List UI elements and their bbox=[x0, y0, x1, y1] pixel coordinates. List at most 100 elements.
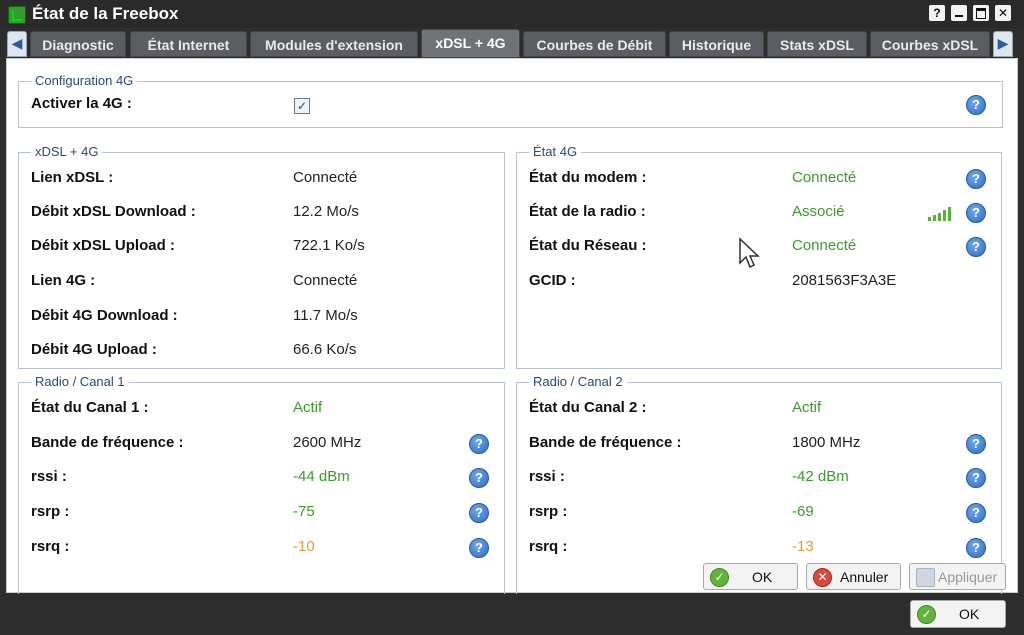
etat-4g-row: GCID : 2081563F3A3E bbox=[517, 272, 1001, 296]
rsrp-label: rsrp : bbox=[529, 503, 568, 520]
canal-row: Bande de fréquence : 1800 MHz ? bbox=[517, 434, 1001, 458]
etat-modem-value: Connecté bbox=[792, 169, 857, 186]
canal-2-legend: Radio / Canal 2 bbox=[529, 374, 627, 389]
ok-button[interactable]: ✓ OK bbox=[703, 563, 798, 590]
tab-courbes-xdsl[interactable]: Courbes xDSL bbox=[870, 31, 990, 57]
tab-stats-xdsl[interactable]: Stats xDSL bbox=[767, 31, 867, 57]
tab-diagnostic[interactable]: Diagnostic bbox=[30, 31, 126, 57]
debit-4g-upload-label: Débit 4G Upload : bbox=[31, 341, 157, 358]
tab-modules-extension[interactable]: Modules d'extension bbox=[250, 31, 418, 57]
title-bar: État de la Freebox ? ✕ bbox=[0, 0, 1024, 28]
canal-row: État du Canal 2 : Actif bbox=[517, 399, 1001, 423]
window-ok-button-label: OK bbox=[959, 606, 980, 622]
canal-row: rsrq : -10 ? bbox=[19, 538, 504, 562]
rsrq-label: rsrq : bbox=[31, 538, 70, 555]
lien-xdsl-label: Lien xDSL : bbox=[31, 169, 114, 186]
help-icon[interactable]: ? bbox=[966, 538, 986, 558]
bande-frequence-value: 2600 MHz bbox=[293, 434, 362, 451]
tab-scroll-right-icon[interactable]: ▶ bbox=[993, 31, 1013, 57]
help-icon[interactable]: ? bbox=[966, 434, 986, 454]
rsrp-value: -75 bbox=[293, 503, 315, 520]
xdsl-row: Débit 4G Download : 11.7 Mo/s bbox=[19, 307, 504, 331]
xdsl-row: Débit 4G Upload : 66.6 Ko/s bbox=[19, 341, 504, 365]
xdsl-row: Débit xDSL Upload : 722.1 Ko/s bbox=[19, 237, 504, 261]
xdsl-4g-legend: xDSL + 4G bbox=[31, 144, 103, 159]
help-icon[interactable]: ? bbox=[469, 468, 489, 488]
gcid-value: 2081563F3A3E bbox=[792, 272, 897, 289]
help-icon[interactable]: ? bbox=[966, 203, 986, 223]
debit-4g-download-label: Débit 4G Download : bbox=[31, 307, 178, 324]
cancel-button-label: Annuler bbox=[840, 569, 889, 585]
etat-reseau-label: État du Réseau : bbox=[529, 237, 647, 254]
rssi-value: -44 dBm bbox=[293, 468, 350, 485]
tab-xdsl-4g[interactable]: xDSL + 4G bbox=[421, 29, 520, 58]
ok-button-label: OK bbox=[752, 569, 773, 585]
tab-bar: ◀ Diagnostic État Internet Modules d'ext… bbox=[0, 28, 1024, 58]
rssi-label: rssi : bbox=[31, 468, 67, 485]
signal-strength-icon bbox=[928, 207, 952, 221]
debit-4g-upload-value: 66.6 Ko/s bbox=[293, 341, 357, 358]
activate-4g-row: Activer la 4G : ✓ ? bbox=[19, 95, 1002, 119]
maximize-button[interactable] bbox=[973, 5, 989, 21]
help-icon[interactable]: ? bbox=[469, 538, 489, 558]
rsrp-value: -69 bbox=[792, 503, 814, 520]
canal-row: rssi : -42 dBm ? bbox=[517, 468, 1001, 492]
help-icon[interactable]: ? bbox=[469, 503, 489, 523]
canal-row: État du Canal 1 : Actif bbox=[19, 399, 504, 423]
tab-etat-internet[interactable]: État Internet bbox=[130, 31, 247, 57]
xdsl-row: Lien xDSL : Connecté bbox=[19, 169, 504, 193]
xdsl-row: Lien 4G : Connecté bbox=[19, 272, 504, 296]
lien-4g-value: Connecté bbox=[293, 272, 358, 289]
tab-courbes-debit[interactable]: Courbes de Débit bbox=[523, 31, 666, 57]
gcid-label: GCID : bbox=[529, 272, 576, 289]
config-4g-group: Configuration 4G Activer la 4G : ✓ ? bbox=[18, 73, 1003, 128]
canal-row: Bande de fréquence : 2600 MHz ? bbox=[19, 434, 504, 458]
window-title: État de la Freebox bbox=[32, 4, 179, 23]
etat-canal-1-label: État du Canal 1 : bbox=[31, 399, 149, 416]
cancel-icon: ✕ bbox=[813, 568, 832, 587]
rsrq-label: rsrq : bbox=[529, 538, 568, 555]
apply-button[interactable]: Appliquer bbox=[909, 563, 1006, 590]
xdsl-row: Débit xDSL Download : 12.2 Mo/s bbox=[19, 203, 504, 227]
tab-scroll-left-icon[interactable]: ◀ bbox=[7, 31, 27, 57]
debit-4g-download-value: 11.7 Mo/s bbox=[293, 307, 358, 324]
debit-xdsl-upload-label: Débit xDSL Upload : bbox=[31, 237, 175, 254]
close-button[interactable]: ✕ bbox=[995, 5, 1011, 21]
rsrq-value: -13 bbox=[792, 538, 814, 555]
rssi-label: rssi : bbox=[529, 468, 565, 485]
debit-xdsl-download-value: 12.2 Mo/s bbox=[293, 203, 359, 220]
minimize-button[interactable] bbox=[951, 5, 967, 21]
help-icon[interactable]: ? bbox=[966, 169, 986, 189]
help-icon[interactable]: ? bbox=[966, 237, 986, 257]
etat-4g-row: État de la radio : Associé ? bbox=[517, 203, 1001, 227]
bande-frequence-label: Bande de fréquence : bbox=[529, 434, 682, 451]
tab-historique[interactable]: Historique bbox=[669, 31, 764, 57]
help-icon[interactable]: ? bbox=[469, 434, 489, 454]
etat-4g-legend: État 4G bbox=[529, 144, 582, 159]
etat-4g-row: État du modem : Connecté ? bbox=[517, 169, 1001, 193]
canal-row: rsrp : -69 ? bbox=[517, 503, 1001, 527]
etat-modem-label: État du modem : bbox=[529, 169, 647, 186]
canal-1-legend: Radio / Canal 1 bbox=[31, 374, 129, 389]
canal-row: rsrq : -13 ? bbox=[517, 538, 1001, 562]
freebox-status-window: État de la Freebox ? ✕ ◀ Diagnostic État… bbox=[0, 0, 1024, 635]
etat-canal-2-value: Actif bbox=[792, 399, 822, 416]
help-icon[interactable]: ? bbox=[966, 468, 986, 488]
canal-1-group: Radio / Canal 1 État du Canal 1 : Actif … bbox=[18, 374, 505, 594]
debit-xdsl-download-label: Débit xDSL Download : bbox=[31, 203, 196, 220]
etat-radio-value: Associé bbox=[792, 203, 845, 220]
check-icon: ✓ bbox=[710, 568, 729, 587]
help-icon[interactable]: ? bbox=[966, 503, 986, 523]
save-icon bbox=[916, 568, 935, 587]
rsrq-value: -10 bbox=[293, 538, 315, 555]
bande-frequence-label: Bande de fréquence : bbox=[31, 434, 184, 451]
help-icon[interactable]: ? bbox=[966, 95, 986, 115]
cancel-button[interactable]: ✕ Annuler bbox=[806, 563, 901, 590]
xdsl-4g-group: xDSL + 4G Lien xDSL : Connecté Débit xDS… bbox=[18, 144, 505, 369]
etat-canal-2-label: État du Canal 2 : bbox=[529, 399, 647, 416]
window-ok-button[interactable]: ✓ OK bbox=[910, 600, 1006, 628]
activate-4g-checkbox[interactable]: ✓ bbox=[294, 98, 310, 114]
check-icon: ✓ bbox=[917, 605, 936, 624]
activate-4g-label: Activer la 4G : bbox=[31, 95, 132, 112]
help-button[interactable]: ? bbox=[929, 5, 945, 21]
